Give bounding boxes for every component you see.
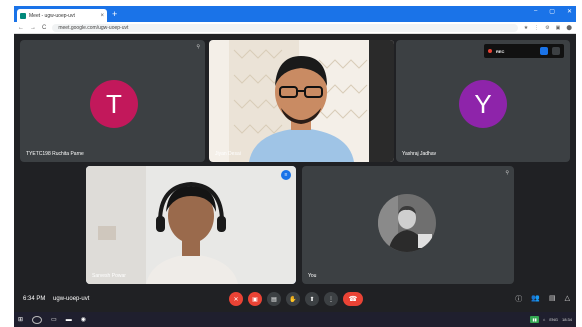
info-icon[interactable]: ⓘ [515, 294, 522, 304]
window-controls: – ▢ ✕ [534, 8, 572, 15]
new-tab-button[interactable]: + [112, 9, 117, 19]
participant-tile[interactable]: ⚲ You [302, 166, 514, 284]
video-feed [86, 166, 296, 284]
participant-tile[interactable]: Jiyan Desai [209, 40, 394, 162]
record-dot-icon [488, 49, 492, 53]
meet-stage: ⚲ T TYETC198 Ruchita Parne Jiyan Desai R… [14, 34, 576, 312]
speaking-indicator-icon: ≡ [281, 170, 291, 180]
reload-icon[interactable]: C [42, 25, 46, 31]
task-view-icon[interactable]: ▭ [51, 316, 57, 323]
people-icon[interactable]: 👥 [531, 294, 540, 304]
participant-tile[interactable]: REC Y Yashraj Jadhav [396, 40, 570, 162]
raise-hand-icon: ✋ [289, 296, 297, 303]
chrome-icon[interactable]: ◉ [81, 316, 86, 323]
participant-tile[interactable]: ≡ Sarvesh Powar [86, 166, 296, 284]
clock-time[interactable]: 18:34 [562, 317, 572, 322]
browser-tabbar: Meet - ugw-uoep-uvt × + – ▢ ✕ [14, 6, 576, 22]
extensions: ★ ⋮ ⚙ ▣ ⬤ [524, 25, 572, 31]
mic-status-icon[interactable] [552, 47, 560, 55]
start-menu-icon[interactable]: ⊞ [18, 316, 23, 323]
profile-photo [378, 194, 436, 252]
minimize-icon[interactable]: – [534, 8, 537, 15]
mic-off-icon: ✕ [233, 296, 239, 303]
participant-name: You [308, 273, 317, 279]
forward-icon[interactable]: → [30, 25, 36, 31]
camera-off-icon: ▣ [252, 296, 258, 303]
camera-off-button[interactable]: ▣ [248, 292, 262, 306]
mic-off-button[interactable]: ✕ [229, 292, 243, 306]
raise-hand-button[interactable]: ✋ [286, 292, 300, 306]
share-status-icon[interactable] [540, 47, 548, 55]
present-icon: ⬆ [309, 296, 315, 303]
activities-icon[interactable]: △ [565, 294, 570, 304]
screen: Meet - ugw-uoep-uvt × + – ▢ ✕ ← → C meet… [0, 0, 582, 327]
wifi-icon[interactable]: ⌂ [543, 317, 545, 322]
tab-title: Meet - ugw-uoep-uvt [29, 12, 75, 19]
participant-name: Jiyan Desai [215, 151, 241, 157]
os-taskbar: ⊞ ▭ ▬ ◉ ▮▮ ⌂ ENG 18:34 [14, 312, 576, 327]
avatar: Y [459, 80, 507, 128]
bookmark-icon[interactable]: ★ [524, 25, 528, 31]
end-call-button[interactable]: ☎ [343, 292, 363, 306]
current-time: 6:34 PM [23, 296, 46, 302]
side-controls: ⓘ 👥 ▤ △ [515, 294, 570, 304]
file-explorer-icon[interactable]: ▬ [66, 317, 72, 323]
chat-icon[interactable]: ▤ [549, 294, 556, 304]
search-icon[interactable] [32, 315, 43, 324]
meeting-info: 6:34 PM ugw-uoep-uvt [23, 296, 89, 302]
participant-name: Sarvesh Powar [92, 273, 126, 279]
language-indicator[interactable]: ENG [549, 317, 558, 322]
participant-name: Yashraj Jadhav [402, 151, 437, 157]
address-bar-row: ← → C meet.google.com/ugw-uoep-uvt ★ ⋮ ⚙… [14, 22, 576, 34]
browser-tab[interactable]: Meet - ugw-uoep-uvt × [17, 9, 107, 22]
captions-button[interactable]: ▤ [267, 292, 281, 306]
end-call-icon: ☎ [348, 296, 358, 303]
recording-label: REC [496, 48, 505, 54]
more-options-button[interactable]: ⋮ [324, 292, 338, 306]
battery-icon[interactable]: ▮▮ [530, 316, 539, 323]
settings-icon[interactable]: ⚙ [545, 25, 549, 31]
more-icon: ⋮ [328, 296, 334, 303]
captions-icon: ▤ [271, 296, 277, 303]
profile-icon[interactable]: ⬤ [566, 25, 572, 31]
recording-indicator: REC [484, 44, 564, 58]
back-icon[interactable]: ← [18, 25, 24, 31]
call-controls: ✕ ▣ ▤ ✋ ⬆ ⋮ ☎ [229, 292, 363, 306]
present-button[interactable]: ⬆ [305, 292, 319, 306]
pin-icon[interactable]: ⚲ [505, 170, 509, 176]
participant-name: TYETC198 Ruchita Parne [26, 151, 84, 157]
participant-tile[interactable]: ⚲ T TYETC198 Ruchita Parne [20, 40, 205, 162]
meet-favicon-icon [20, 12, 26, 19]
maximize-icon[interactable]: ▢ [549, 8, 555, 15]
tab-icon[interactable]: ▣ [556, 25, 561, 31]
url-field[interactable]: meet.google.com/ugw-uoep-uvt [52, 23, 518, 32]
tab-close-icon[interactable]: × [100, 13, 104, 19]
meeting-code: ugw-uoep-uvt [53, 296, 90, 302]
video-feed [209, 40, 394, 162]
system-tray: ▮▮ ⌂ ENG 18:34 [530, 316, 572, 323]
close-window-icon[interactable]: ✕ [567, 8, 572, 15]
pin-icon[interactable]: ⚲ [196, 44, 200, 50]
extension-icon[interactable]: ⋮ [534, 25, 539, 31]
avatar: T [90, 80, 138, 128]
